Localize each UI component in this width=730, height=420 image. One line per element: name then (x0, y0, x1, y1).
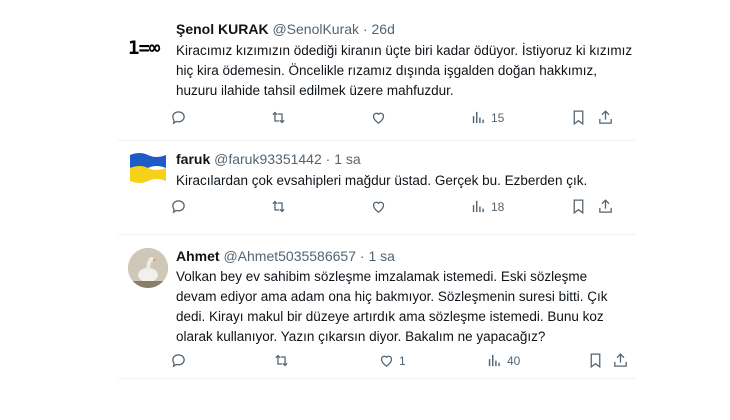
tweet-text: Kiracılardan çok evsahipleri mağdur üsta… (176, 171, 636, 191)
like-count: 1 (399, 353, 406, 368)
like-icon (372, 201, 385, 213)
separator-dot: · (325, 151, 331, 167)
separator-dot: · (362, 21, 368, 37)
share-button[interactable] (597, 198, 614, 215)
timestamp[interactable]: 1 sa (368, 248, 394, 264)
separator-dot: · (359, 248, 365, 264)
author-name[interactable]: Ahmet (176, 248, 220, 264)
views-count: 40 (507, 353, 521, 368)
views-icon (472, 111, 484, 124)
reply-button[interactable] (170, 352, 191, 369)
author-handle[interactable]: @SenolKurak (272, 21, 359, 37)
views-button[interactable]: 40 (486, 352, 520, 369)
avatar[interactable] (128, 248, 168, 288)
bookmark-button[interactable] (570, 109, 587, 126)
avatar[interactable]: 1=∞ (128, 28, 168, 68)
like-icon (380, 355, 393, 367)
tweet-text: Volkan bey ev sahibim sözleşme imzalamak… (176, 267, 636, 347)
retweet-icon (272, 111, 285, 124)
tweet[interactable]: Ahmet @Ahmet5035586657 · 1 sa Volkan bey… (0, 235, 730, 385)
tweet[interactable]: faruk @faruk93351442 · 1 sa Kiracılardan… (0, 141, 730, 234)
author-name[interactable]: faruk (176, 151, 210, 167)
tweet-text: Kiracımız kızımızın ödediği kiranın üçte… (176, 41, 636, 101)
retweet-icon (272, 200, 285, 213)
retweet-button[interactable] (273, 352, 294, 369)
tweet-text-line: devam ediyor ama adam ona hiç bakmıyor. … (176, 289, 608, 304)
share-button[interactable] (597, 109, 614, 126)
tweet-header: faruk @faruk93351442 · 1 sa (176, 151, 361, 167)
views-count: 18 (491, 199, 505, 214)
tweet[interactable]: 1=∞ Şenol KURAK @SenolKurak · 26d Kiracı… (0, 0, 730, 140)
reply-button[interactable] (170, 198, 191, 215)
views-count: 15 (491, 110, 505, 125)
author-handle[interactable]: @faruk93351442 (214, 151, 322, 167)
retweet-button[interactable] (270, 198, 291, 215)
bookmark-button[interactable] (587, 352, 604, 369)
avatar[interactable] (128, 151, 168, 191)
divider (118, 378, 636, 379)
reply-icon (172, 111, 185, 125)
retweet-button[interactable] (270, 109, 291, 126)
retweet-icon (275, 354, 288, 367)
bookmark-button[interactable] (570, 198, 587, 215)
tweet-header: Ahmet @Ahmet5035586657 · 1 sa (176, 248, 395, 264)
bookmark-icon (573, 199, 584, 215)
avatar-logo-text: 1=∞ (128, 37, 160, 59)
share-icon (599, 199, 612, 213)
tweet-text-line: Volkan bey ev sahibim sözleşme imzalamak… (176, 269, 588, 284)
ukraine-flag-icon (130, 153, 166, 183)
views-icon (488, 354, 500, 367)
author-handle[interactable]: @Ahmet5035586657 (223, 248, 356, 264)
views-icon (472, 200, 484, 213)
tweet-text-line: hiç kira ödemesin. Öncelikle rızamız dış… (176, 63, 597, 78)
bird-photo-icon (128, 248, 168, 288)
tweet-header: Şenol KURAK @SenolKurak · 26d (176, 21, 395, 37)
views-button[interactable]: 18 (470, 198, 504, 215)
author-name[interactable]: Şenol KURAK (176, 21, 269, 37)
timestamp[interactable]: 1 sa (334, 151, 360, 167)
share-icon (614, 353, 627, 367)
bookmark-icon (573, 110, 584, 126)
tweet-text-line: dedi. Kirayı makul bir düzeye artırdık a… (176, 309, 604, 324)
tweet-text-line: huzuru ilahide tahsil edilmek üzere mahf… (176, 83, 454, 98)
like-icon (372, 112, 385, 124)
tweet-text-line: Kiracımız kızımızın ödediği kiranın üçte… (176, 43, 633, 58)
share-icon (599, 110, 612, 124)
action-bar: 18 (170, 198, 620, 218)
reply-button[interactable] (170, 109, 191, 126)
like-button[interactable]: 1 (378, 352, 406, 369)
share-button[interactable] (612, 352, 629, 369)
action-bar: 15 (170, 109, 620, 129)
reply-icon (172, 200, 185, 214)
action-bar: 1 40 (170, 352, 627, 372)
bookmark-icon (590, 353, 601, 369)
views-button[interactable]: 15 (470, 109, 504, 126)
timestamp[interactable]: 26d (372, 21, 395, 37)
reply-icon (172, 354, 185, 368)
like-button[interactable] (370, 198, 391, 215)
tweet-text-line: Kiracılardan çok evsahipleri mağdur üsta… (176, 173, 588, 188)
tweet-text-line: olarak kullanıyor. Yazın çıkarsın diyor.… (176, 329, 546, 344)
like-button[interactable] (370, 109, 391, 126)
